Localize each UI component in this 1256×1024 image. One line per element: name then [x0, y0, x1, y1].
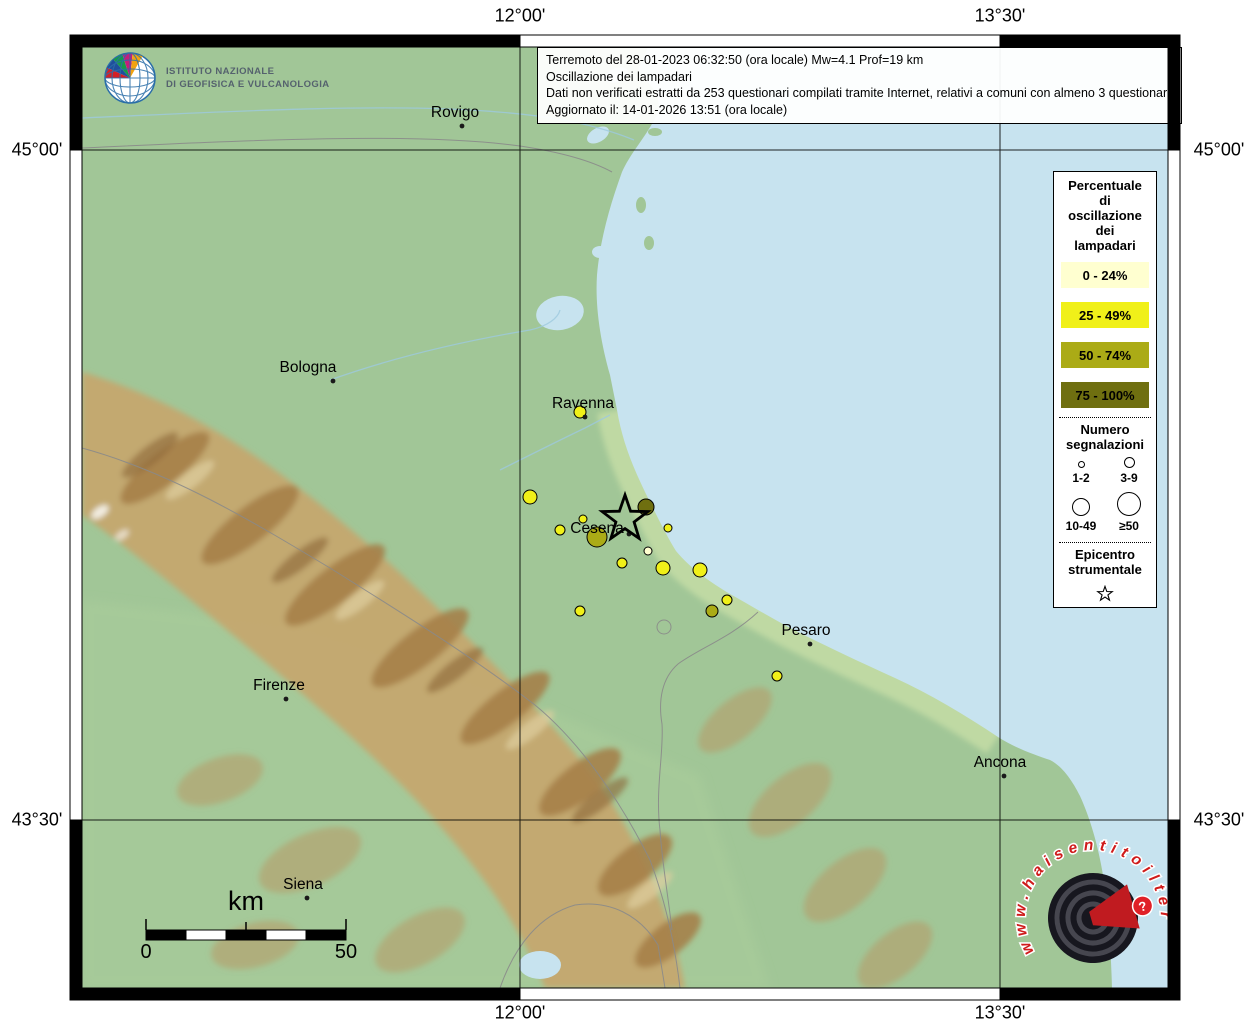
event-info-line: Terremoto del 28-01-2023 06:32:50 (ora l… [546, 52, 1173, 69]
ingv-logo: ISTITUTO NAZIONALE DI GEOFISICA E VULCAN… [103, 51, 330, 105]
count-circle-icon [1117, 492, 1141, 516]
coordinate-label: 13°30' [975, 1003, 1026, 1024]
legend-counts-title: Numero segnalazioni [1066, 422, 1144, 452]
city-label: Bologna [280, 359, 337, 376]
city-dot [284, 697, 289, 702]
event-info-box: Terremoto del 28-01-2023 06:32:50 (ora l… [537, 47, 1182, 124]
legend-divider [1059, 542, 1151, 543]
haisentitoilterremoto-logo: ? www.haisentitoilterremoto.it [1003, 833, 1203, 1013]
scale-bar-segments [146, 930, 346, 940]
city-dot [460, 124, 465, 129]
ingv-name-line1: ISTITUTO NAZIONALE [166, 65, 330, 78]
felt-report-point [722, 595, 732, 605]
felt-report-point [523, 490, 537, 504]
legend-epicenter-title: Epicentro strumentale [1068, 547, 1142, 577]
coordinate-label: 12°00' [495, 1003, 546, 1024]
legend-count-item: 1-2 [1057, 457, 1105, 485]
ingv-globe-icon [103, 51, 157, 105]
count-circle-icon [1072, 498, 1090, 516]
legend-classes: 0 - 24% 25 - 49% 50 - 74% 75 - 100% [1057, 253, 1153, 408]
count-circle-icon [1078, 461, 1085, 468]
event-info-line: Aggiornato il: 14-01-2026 13:51 (ora loc… [546, 102, 1173, 119]
city-label: Pesaro [781, 622, 830, 639]
scale-bar-svg: km 0 50 [131, 888, 361, 963]
event-info-line: Oscillazione dei lampadari [546, 69, 1173, 86]
legend-count-item: 10-49 [1057, 492, 1105, 533]
legend-class-swatch: 75 - 100% [1061, 382, 1149, 408]
city-dot [331, 379, 336, 384]
city-dot [1002, 774, 1007, 779]
coordinate-label: 43°30' [1194, 810, 1245, 831]
scale-end-label: 50 [335, 941, 357, 963]
legend-divider [1059, 417, 1151, 418]
scale-start-label: 0 [140, 941, 151, 963]
felt-report-point [706, 605, 718, 617]
felt-report-point [555, 525, 565, 535]
page: { "frame": { "labels": [ {"text": "12°00… [0, 0, 1256, 1024]
city-label: Rovigo [431, 104, 479, 121]
felt-report-point [772, 671, 782, 681]
watermark-svg: ? www.haisentitoilterremoto.it [1003, 833, 1203, 1008]
legend-class-swatch: 25 - 49% [1061, 302, 1149, 328]
coordinate-label: 45°00' [1194, 140, 1245, 161]
coordinate-label: 45°00' [12, 140, 63, 161]
ingv-name-line2: DI GEOFISICA E VULCANOLOGIA [166, 78, 330, 91]
legend-title: Percentuale di oscillazione dei lampadar… [1068, 178, 1142, 253]
count-circle-icon [1124, 457, 1135, 468]
city-label: Ancona [974, 754, 1027, 771]
legend-count-item: 3-9 [1105, 457, 1153, 485]
legend-counts: 1-2 3-9 10-49 ≥50 [1057, 457, 1153, 533]
scale-unit-label: km [228, 888, 264, 916]
legend-count-item: ≥50 [1105, 492, 1153, 533]
felt-report-point [644, 547, 652, 555]
event-info-line: Dati non verificati estratti da 253 ques… [546, 85, 1173, 102]
felt-report-point [664, 524, 672, 532]
felt-report-point [693, 563, 707, 577]
city-dot [583, 415, 588, 420]
legend: Percentuale di oscillazione dei lampadar… [1053, 171, 1157, 608]
legend-class-swatch: 0 - 24% [1061, 262, 1149, 288]
epicenter-legend-star-icon [1090, 585, 1120, 603]
count-label: 3-9 [1120, 471, 1137, 485]
coordinate-label: 13°30' [975, 6, 1026, 27]
felt-report-point [617, 558, 627, 568]
city-label: Ravenna [552, 395, 614, 412]
legend-class-swatch: 50 - 74% [1061, 342, 1149, 368]
count-label: 1-2 [1072, 471, 1089, 485]
felt-report-point [575, 606, 585, 616]
coordinate-label: 43°30' [12, 810, 63, 831]
coordinate-label: 12°00' [495, 6, 546, 27]
felt-report-point [656, 561, 670, 575]
city-label: Firenze [253, 677, 305, 694]
city-dot [808, 642, 813, 647]
count-label: ≥50 [1119, 519, 1139, 533]
count-label: 10-49 [1066, 519, 1097, 533]
scale-bar: km 0 50 [131, 888, 361, 968]
